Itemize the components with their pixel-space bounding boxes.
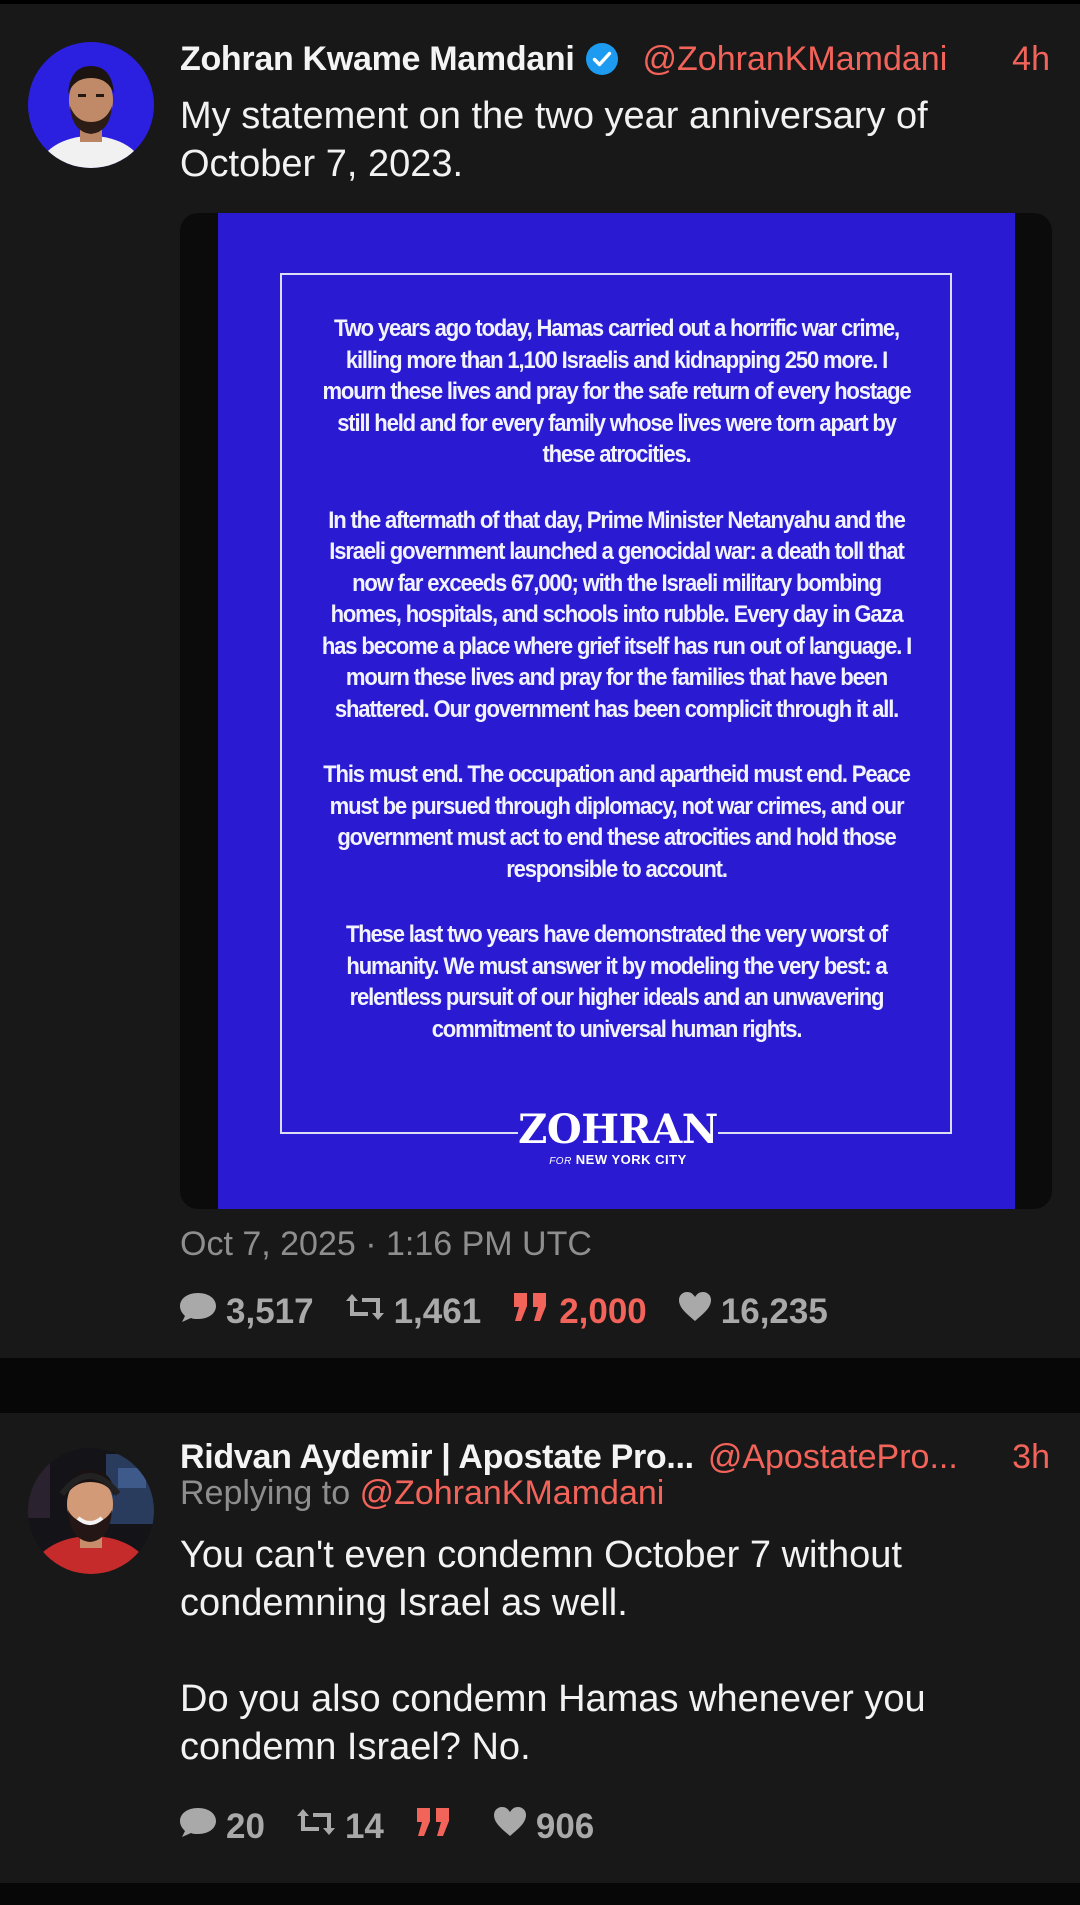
author-handle[interactable]: @ZohranKMamdani bbox=[643, 40, 991, 79]
statement-paragraph: In the aftermath of that day, Prime Mini… bbox=[321, 506, 912, 723]
tweet-main[interactable]: Zohran Kwame Mamdani @ZohranKMamdani 4h … bbox=[0, 4, 1080, 1358]
logo-for: FOR bbox=[549, 1156, 572, 1167]
quote-icon bbox=[511, 1290, 559, 1333]
retweet-button[interactable]: 1,461 bbox=[344, 1290, 482, 1333]
tweet-media[interactable]: Two years ago today, Hamas carried out a… bbox=[180, 213, 1052, 1209]
logo-city: NEW YORK CITY bbox=[575, 1152, 687, 1167]
retweet-count: 14 bbox=[344, 1806, 384, 1846]
quote-button[interactable] bbox=[414, 1805, 462, 1848]
tweet-text: My statement on the two year anniversary… bbox=[180, 95, 928, 185]
tweet-text: You can't even condemn October 7 without… bbox=[180, 1534, 926, 1768]
author-name[interactable]: Zohran Kwame Mamdani bbox=[180, 40, 575, 79]
tweet-reply[interactable]: Ridvan Aydemir | Apostate Pro... @Aposta… bbox=[0, 1413, 1080, 1883]
avatar[interactable] bbox=[28, 42, 154, 168]
author-name[interactable]: Ridvan Aydemir | Apostate Pro... bbox=[180, 1438, 694, 1477]
comment-icon bbox=[178, 1805, 226, 1848]
heart-icon bbox=[492, 1805, 536, 1848]
quote-count: 2,000 bbox=[559, 1291, 647, 1331]
like-button[interactable]: 906 bbox=[492, 1805, 594, 1848]
tweet-header: Zohran Kwame Mamdani @ZohranKMamdani 4h bbox=[180, 34, 1050, 84]
author-handle[interactable]: @ApostatePro... bbox=[708, 1438, 990, 1477]
quote-button[interactable]: 2,000 bbox=[511, 1290, 647, 1333]
reply-count: 20 bbox=[226, 1806, 265, 1846]
tweet-time[interactable]: 3h bbox=[1012, 1438, 1050, 1477]
logo-text: ZOHRAN bbox=[518, 1106, 718, 1153]
tweet-stats: 20 14 906 bbox=[178, 1805, 624, 1848]
retweet-icon bbox=[295, 1805, 345, 1848]
statement-paragraph: This must end. The occupation and aparth… bbox=[323, 761, 911, 883]
statement-text: Two years ago today, Hamas carried out a… bbox=[321, 313, 912, 1079]
replying-to: Replying to @ZohranKMamdani bbox=[180, 1474, 664, 1513]
statement-image: Two years ago today, Hamas carried out a… bbox=[218, 213, 1015, 1209]
reply-button[interactable]: 20 bbox=[178, 1805, 265, 1848]
logo-subtitle: FOR NEW YORK CITY bbox=[518, 1152, 718, 1167]
like-count: 16,235 bbox=[720, 1291, 828, 1331]
replying-to-handle[interactable]: @ZohranKMamdani bbox=[360, 1474, 665, 1512]
retweet-count: 1,461 bbox=[393, 1291, 482, 1331]
comment-icon bbox=[178, 1290, 226, 1333]
quote-icon bbox=[414, 1805, 462, 1848]
heart-icon bbox=[677, 1290, 721, 1333]
retweet-button[interactable]: 14 bbox=[295, 1805, 384, 1848]
like-button[interactable]: 16,235 bbox=[677, 1290, 828, 1333]
tweet-stats: 3,517 1,461 2,000 16,235 bbox=[178, 1290, 858, 1333]
statement-paragraph: These last two years have demonstrated t… bbox=[345, 921, 888, 1043]
retweet-icon bbox=[344, 1290, 394, 1333]
statement-paragraph: Two years ago today, Hamas carried out a… bbox=[322, 315, 911, 468]
reply-button[interactable]: 3,517 bbox=[178, 1290, 314, 1333]
campaign-logo: ZOHRAN FOR NEW YORK CITY bbox=[518, 1108, 718, 1167]
verified-badge-icon bbox=[585, 42, 619, 76]
reply-count: 3,517 bbox=[226, 1291, 314, 1331]
tweet-time[interactable]: 4h bbox=[1012, 40, 1050, 79]
replying-to-label: Replying to bbox=[180, 1474, 351, 1512]
like-count: 906 bbox=[535, 1806, 595, 1846]
tweet-timestamp[interactable]: Oct 7, 2025 · 1:16 PM UTC bbox=[180, 1225, 592, 1264]
avatar[interactable] bbox=[28, 1448, 154, 1574]
